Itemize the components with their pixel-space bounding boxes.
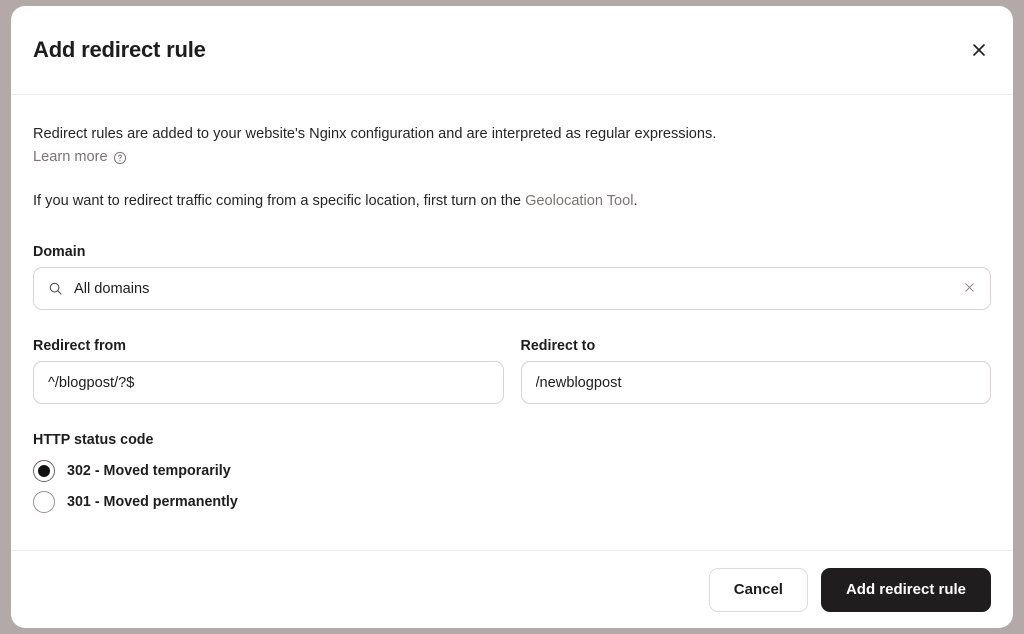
redirect-from-label: Redirect from — [33, 338, 126, 354]
domain-input[interactable]: All domains — [33, 267, 991, 310]
add-redirect-rule-button[interactable]: Add redirect rule — [820, 567, 991, 612]
close-icon — [971, 42, 987, 58]
description-line-2: If you want to redirect traffic coming f… — [33, 190, 991, 213]
redirect-to-input[interactable] — [520, 361, 991, 404]
search-icon — [48, 281, 63, 296]
dialog-body: Redirect rules are added to your website… — [11, 95, 1013, 550]
geolocation-tool-link[interactable]: Geolocation Tool — [525, 193, 633, 209]
http-status-code-label: HTTP status code — [33, 432, 154, 448]
redirect-fields-row: Redirect from Redirect to — [33, 338, 991, 404]
radio-option-301[interactable]: 301 - Moved permanently — [33, 486, 991, 517]
domain-field-group: Domain All domains — [33, 244, 991, 310]
dialog-footer: Cancel Add redirect rule — [11, 550, 1013, 628]
radio-indicator-302[interactable] — [33, 459, 55, 482]
learn-more-label: Learn more — [33, 149, 108, 165]
domain-clear-button[interactable] — [958, 278, 980, 300]
radio-dot — [38, 464, 50, 477]
domain-label: Domain — [33, 244, 86, 260]
help-circle-icon — [113, 151, 127, 165]
add-redirect-rule-dialog: Add redirect rule Redirect rules are add… — [11, 6, 1013, 628]
radio-label-302: 302 - Moved temporarily — [67, 462, 231, 479]
radio-indicator-301[interactable] — [33, 490, 55, 513]
description-line-2-suffix: . — [633, 193, 638, 209]
cancel-button[interactable]: Cancel — [708, 567, 808, 612]
dialog-header: Add redirect rule — [11, 6, 1013, 95]
description-line-2-prefix: If you want to redirect traffic coming f… — [33, 193, 526, 209]
description-line-1: Redirect rules are added to your website… — [33, 123, 991, 146]
redirect-from-group: Redirect from — [33, 338, 504, 404]
domain-value: All domains — [74, 280, 150, 297]
http-status-code-group: HTTP status code 302 - Moved temporarily… — [33, 432, 991, 517]
redirect-to-group: Redirect to — [520, 338, 991, 404]
close-button[interactable] — [963, 34, 995, 66]
redirect-from-input[interactable] — [33, 361, 504, 404]
page-title: Add redirect rule — [33, 37, 206, 62]
redirect-to-label: Redirect to — [520, 338, 596, 354]
clear-icon — [963, 281, 976, 297]
description-text: Redirect rules are added to your website… — [33, 126, 717, 142]
radio-option-302[interactable]: 302 - Moved temporarily — [33, 455, 991, 486]
radio-label-301: 301 - Moved permanently — [67, 493, 238, 510]
learn-more-link[interactable]: Learn more — [33, 146, 127, 169]
